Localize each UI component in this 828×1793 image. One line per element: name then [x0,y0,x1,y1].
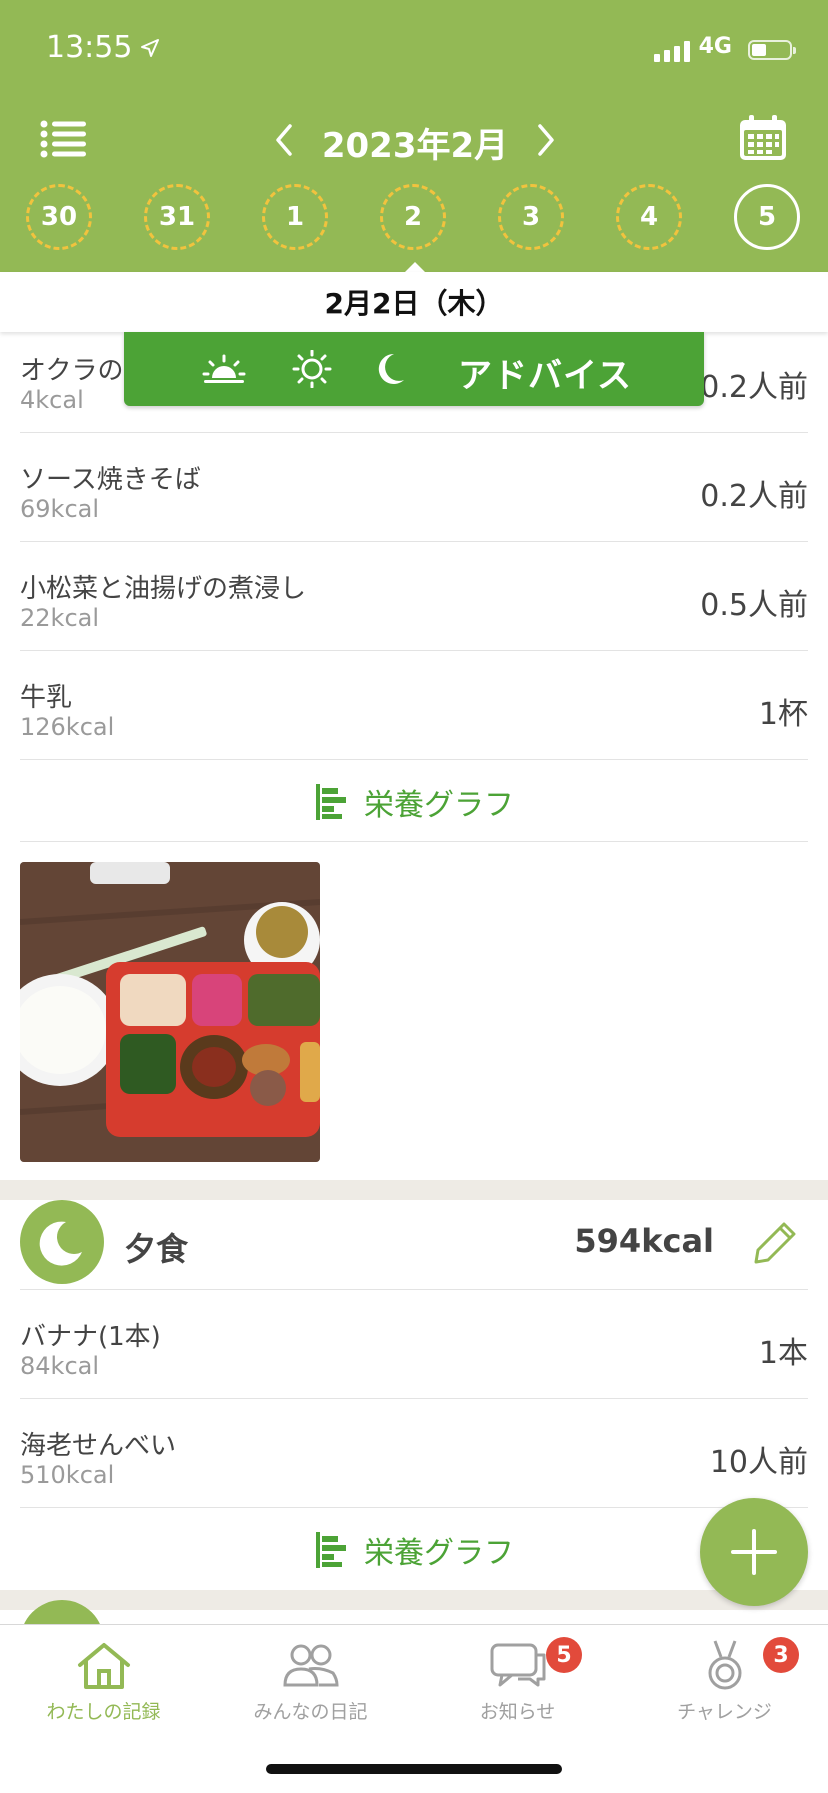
food-name: ソース焼きそば [20,465,201,495]
selected-date: 2月2日（木） [0,272,828,332]
meal-kcal: 594kcal [574,1222,714,1260]
food-name: オクラの [20,356,124,386]
moon-icon[interactable] [368,350,412,388]
advice-tab[interactable]: アドバイス [458,348,632,397]
nav-my-records[interactable]: わたしの記録 [0,1639,207,1739]
chat-icon [490,1643,545,1687]
food-kcal: 69kcal [20,495,100,523]
bar-chart-icon [316,783,346,820]
nutrition-graph-label: 栄養グラフ [364,1536,514,1571]
day-4[interactable]: 4 [616,184,682,250]
food-kcal: 4kcal [20,386,84,414]
food-quantity: 10人前 [709,1445,808,1480]
nutrition-graph-button[interactable]: 栄養グラフ [20,762,808,842]
nav-notifications[interactable]: お知らせ 5 [414,1637,621,1739]
sunrise-icon[interactable] [202,350,246,388]
location-arrow-icon [141,39,159,57]
nutrition-graph-button[interactable]: 栄養グラフ [20,1510,808,1590]
meal-separator [0,1590,828,1610]
day-31[interactable]: 31 [144,184,210,250]
day-3[interactable]: 3 [498,184,564,250]
signal-icon [654,40,690,62]
status-bar: 13:55 4G [0,30,828,70]
moon-icon [20,1200,104,1284]
calendar-icon[interactable] [738,114,788,162]
day-selector: 30 31 1 2 3 4 5 [0,184,828,258]
food-name: 小松菜と油揚げの煮浸し [20,574,307,604]
battery-icon [748,40,796,60]
challenge-badge: 3 [763,1637,799,1673]
nutrition-graph-label: 栄養グラフ [364,787,514,823]
nav-label: お知らせ [479,1701,556,1723]
meal-tab-bar: アドバイス [124,332,704,406]
meal-name: 夕食 [124,1230,189,1268]
month-label: 2023年2月 [321,126,509,166]
food-row[interactable]: 海老せんべい 510kcal 10人前 [20,1399,808,1508]
nav-label: チャレンジ [677,1701,772,1723]
food-quantity: 0.2人前 [700,479,808,514]
day-5[interactable]: 5 [734,184,800,250]
app-header: 13:55 4G 2023年2月 30 31 1 2 3 4 5 [0,0,828,273]
notification-badge: 5 [546,1637,582,1673]
nav-challenge[interactable]: チャレンジ 3 [621,1637,828,1739]
food-name: 海老せんべい [20,1431,177,1461]
food-kcal: 22kcal [20,604,100,632]
nav-label: みんなの日記 [253,1701,368,1723]
day-2[interactable]: 2 [380,184,446,250]
food-quantity: 0.5人前 [700,588,808,623]
dinner-header: 夕食 594kcal [20,1200,808,1290]
status-time: 13:55 [46,30,133,65]
home-indicator [266,1764,562,1774]
home-icon [77,1643,130,1689]
month-navigator: 2023年2月 [270,110,560,170]
chevron-right-icon[interactable] [530,122,560,158]
nav-label: わたしの記録 [46,1701,161,1723]
food-name: 牛乳 [20,683,73,713]
meal-separator [0,1180,828,1200]
food-row[interactable]: バナナ(1本) 84kcal 1本 [20,1290,808,1399]
list-menu-icon[interactable] [40,120,86,158]
food-quantity: 0.2人前 [700,370,808,405]
bar-chart-icon [316,1532,346,1568]
food-name: バナナ(1本) [20,1322,161,1352]
add-record-button[interactable] [700,1498,808,1606]
sun-icon[interactable] [290,350,334,388]
food-kcal: 84kcal [20,1352,100,1380]
plus-icon [731,1529,777,1575]
people-icon [282,1644,339,1687]
chevron-left-icon[interactable] [270,122,300,158]
food-row[interactable]: 牛乳 126kcal 1杯 [20,651,808,760]
nav-everyone-diary[interactable]: みんなの日記 [207,1639,414,1739]
pencil-icon[interactable] [752,1220,798,1266]
network-label: 4G [698,34,732,59]
meal-photo[interactable] [20,862,320,1162]
day-1[interactable]: 1 [262,184,328,250]
medal-icon [708,1640,741,1690]
food-row[interactable]: 小松菜と油揚げの煮浸し 22kcal 0.5人前 [20,542,808,651]
food-quantity: 1本 [758,1336,808,1371]
day-30[interactable]: 30 [26,184,92,250]
food-kcal: 126kcal [20,713,115,741]
food-kcal: 510kcal [20,1461,115,1489]
food-quantity: 1杯 [758,697,808,732]
food-row[interactable]: ソース焼きそば 69kcal 0.2人前 [20,433,808,542]
